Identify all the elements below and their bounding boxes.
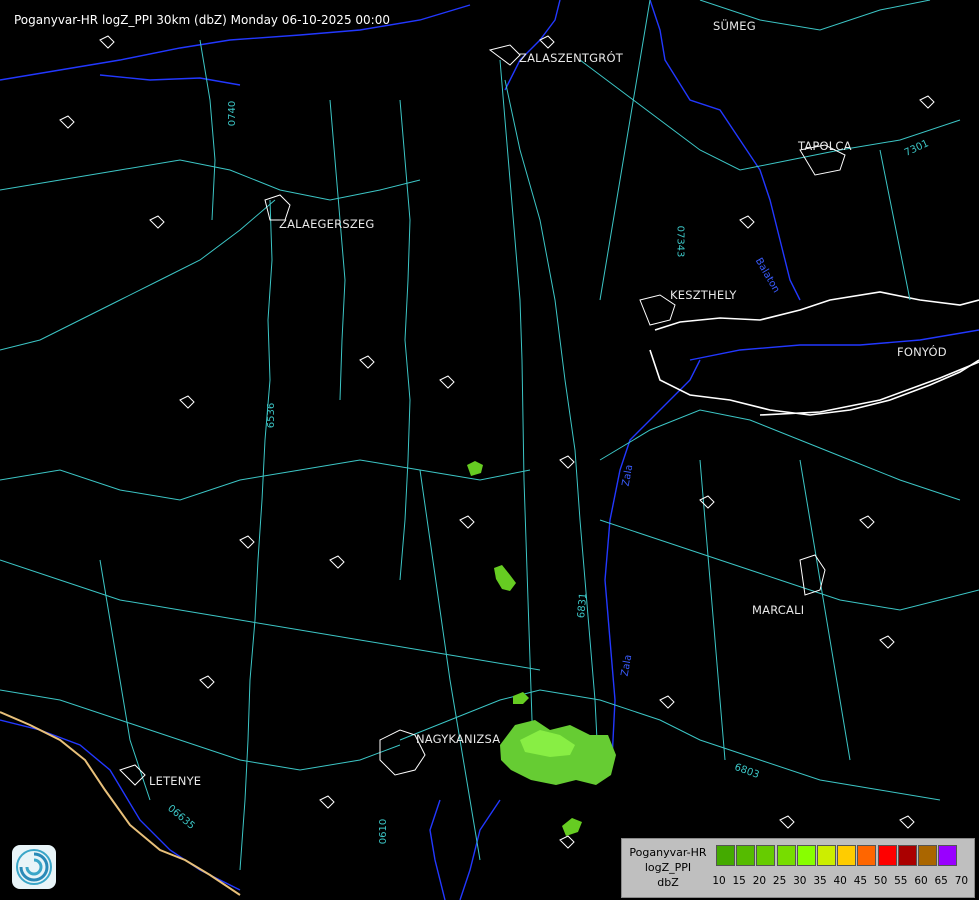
city-label: LETENYE: [149, 774, 202, 788]
legend-title-line: logZ_PPI: [644, 861, 692, 874]
legend-swatch: [938, 845, 958, 866]
legend-swatch: [736, 845, 756, 866]
legend-tick: 45: [853, 875, 868, 887]
road-label: 0610: [378, 818, 390, 845]
legend-swatches: [716, 845, 958, 866]
legend-tick: 20: [752, 875, 767, 887]
city-label: ZALASZENTGRÓT: [519, 51, 623, 65]
dbz-legend: Poganyvar-HR logZ_PPI dbZ 10 15 20 25 30 35 40…: [621, 838, 975, 898]
road-label: 6831: [576, 592, 590, 619]
city-label: TAPOLCA: [798, 139, 852, 153]
legend-swatch: [796, 845, 816, 866]
legend-swatch: [877, 845, 897, 866]
legend-tick: 55: [894, 875, 908, 887]
legend-tick: 40: [833, 875, 847, 887]
legend-title: Poganyvar-HR logZ_PPI dbZ: [624, 845, 712, 890]
legend-swatch: [837, 845, 857, 866]
radar-echoes: [467, 461, 616, 836]
legend-tick: 60: [914, 875, 928, 887]
legend-swatch: [857, 845, 877, 866]
legend-tick: 65: [934, 875, 948, 887]
rivers: [0, 0, 979, 900]
road-label: 6536: [266, 402, 278, 429]
legend-swatch: [756, 845, 776, 866]
legend-swatch: [816, 845, 836, 866]
legend-title-line: dbZ: [657, 876, 679, 889]
city-label: NAGYKANIZSA: [416, 732, 501, 746]
city-label: SÜMEG: [713, 19, 756, 33]
city-label: KESZTHELY: [670, 288, 737, 302]
legend-tick: 30: [793, 875, 807, 887]
legend-tick: 70: [954, 875, 969, 887]
legend-swatch: [897, 845, 917, 866]
city-label: ZALAEGERSZEG: [279, 217, 375, 231]
legend-tick: 50: [873, 875, 888, 887]
radar-logo-icon: [12, 845, 56, 889]
radar-map: [0, 0, 979, 900]
legend-swatch: [716, 845, 735, 866]
map-title: Poganyvar-HR logZ_PPI 30km (dbZ) Monday …: [14, 13, 390, 27]
legend-tick: 10: [712, 875, 726, 887]
legend-swatch: [917, 845, 937, 866]
legend-tick: 25: [772, 875, 787, 887]
legend-title-line: Poganyvar-HR: [629, 846, 707, 859]
city-label: FONYÓD: [897, 345, 947, 359]
road-label: 07343: [674, 225, 686, 258]
city-label: MARCALI: [752, 603, 805, 617]
road-label: 0740: [227, 100, 239, 127]
legend-tick: 15: [732, 875, 746, 887]
legend-tick: 35: [813, 875, 827, 887]
legend-swatch: [776, 845, 796, 866]
